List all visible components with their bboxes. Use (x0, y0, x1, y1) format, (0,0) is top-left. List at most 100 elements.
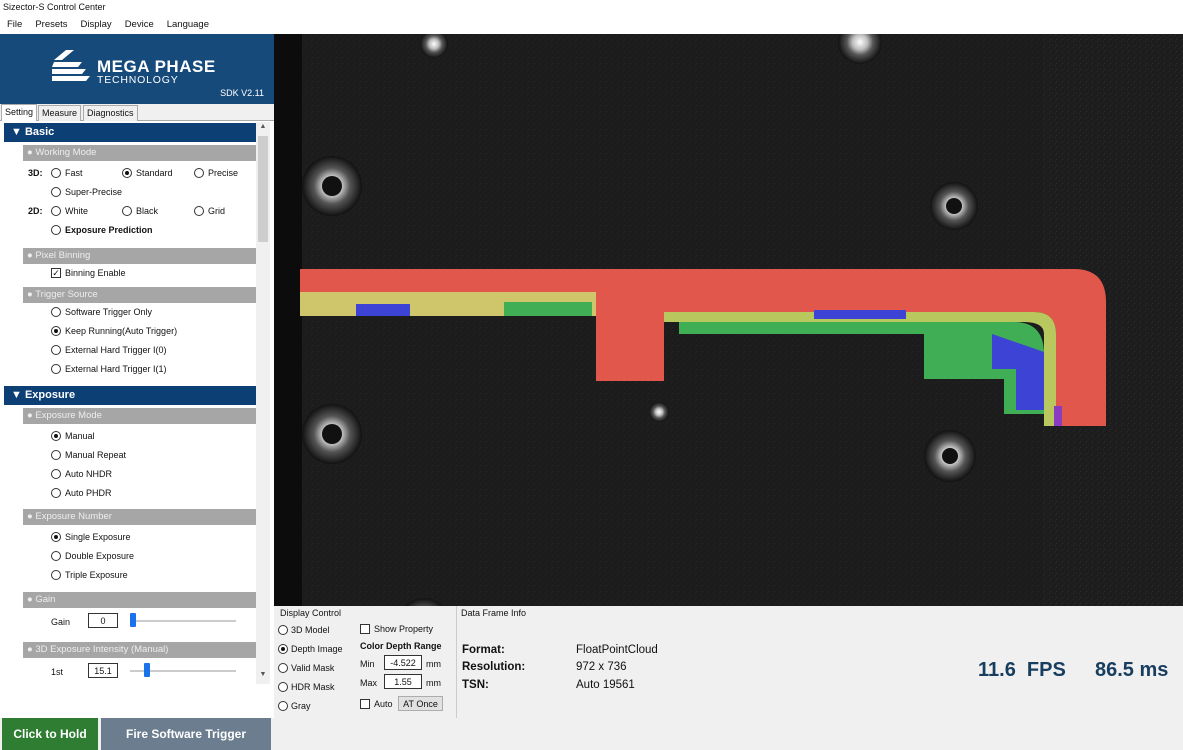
color-depth-range-label: Color Depth Range (360, 641, 442, 651)
subhead-gain: ● Gain (23, 592, 256, 608)
checkbox-binning-enable[interactable]: ✓ (51, 268, 61, 278)
radio-triple-exposure[interactable] (51, 570, 61, 580)
radio-2d-white[interactable] (51, 206, 61, 216)
gain-slider-thumb[interactable] (130, 613, 136, 627)
show-property-label: Show Property (374, 624, 434, 634)
radio-display-depth-image-label: Depth Image (291, 644, 343, 654)
subhead-3d-exposure-intensity: ● 3D Exposure Intensity (Manual) (23, 642, 256, 658)
tsn-value: Auto 19561 (576, 679, 635, 691)
depth-image (274, 34, 1183, 606)
radio-display-3d-model-label: 3D Model (291, 625, 330, 635)
binning-enable-label: Binning Enable (65, 268, 126, 278)
max-depth-input[interactable]: 1.55 (384, 674, 422, 689)
min-depth-input[interactable]: -4.522 (384, 655, 422, 670)
radio-single-exposure[interactable] (51, 532, 61, 542)
settings-scrollbar[interactable]: ▲ ▼ (256, 122, 270, 684)
radio-triple-exposure-label: Triple Exposure (65, 570, 128, 580)
mega-phase-logo-icon (52, 50, 90, 81)
radio-3d-precise-label: Precise (208, 168, 239, 178)
min-label: Min (360, 659, 375, 669)
sdk-version: SDK V2.11 (220, 88, 264, 98)
radio-display-valid-mask[interactable] (278, 663, 288, 673)
resolution-label: Resolution: (462, 661, 526, 673)
radio-2d-black-label: Black (136, 206, 159, 216)
radio-3d-super-precise[interactable] (51, 187, 61, 197)
radio-display-valid-mask-label: Valid Mask (291, 663, 335, 673)
section-exposure[interactable]: ▼ Exposure (4, 386, 256, 405)
max-label: Max (360, 678, 378, 688)
radio-display-hdr-mask-label: HDR Mask (291, 682, 335, 692)
gain-slider-track[interactable] (130, 620, 236, 622)
bottom-panel: Display Control 3D Model Depth Image Val… (274, 606, 1183, 718)
subhead-trigger-source: ● Trigger Source (23, 287, 256, 303)
radio-double-exposure-label: Double Exposure (65, 551, 135, 561)
radio-exposure-manual[interactable] (51, 431, 61, 441)
radio-exposure-auto-phdr[interactable] (51, 488, 61, 498)
min-unit: mm (426, 659, 441, 669)
scrollbar-thumb[interactable] (258, 136, 268, 242)
display-control-title: Display Control (280, 608, 342, 618)
menu-display[interactable]: Display (74, 16, 118, 34)
radio-display-hdr-mask[interactable] (278, 682, 288, 692)
menu-language[interactable]: Language (160, 16, 215, 34)
radio-exposure-prediction[interactable] (51, 225, 61, 235)
radio-exposure-auto-phdr-label: Auto PHDR (65, 488, 112, 498)
exposure-prediction-label: Exposure Prediction (65, 225, 153, 235)
gain-label: Gain (51, 617, 71, 627)
radio-trigger-external-0[interactable] (51, 345, 61, 355)
radio-trigger-keep-running[interactable] (51, 326, 61, 336)
frame-time-readout: 86.5 ms (1095, 659, 1169, 681)
radio-3d-standard-label: Standard (136, 168, 173, 178)
subhead-exposure-mode: ● Exposure Mode (23, 408, 256, 424)
radio-2d-grid[interactable] (194, 206, 204, 216)
radio-display-gray-label: Gray (291, 701, 311, 711)
radio-2d-black[interactable] (122, 206, 132, 216)
tab-measure[interactable]: Measure (38, 105, 82, 121)
menu-device[interactable]: Device (118, 16, 160, 34)
radio-3d-standard[interactable] (122, 168, 132, 178)
radio-double-exposure[interactable] (51, 551, 61, 561)
tab-diagnostics[interactable]: Diagnostics (83, 105, 138, 121)
at-once-button[interactable]: AT Once (398, 696, 443, 711)
checkbox-auto[interactable] (360, 699, 370, 709)
checkbox-show-property[interactable] (360, 624, 370, 634)
scroll-down-icon[interactable]: ▼ (258, 671, 268, 683)
settings-scroll-area[interactable]: ▼ Basic ● Working Mode 3D: Fast Standard… (0, 122, 274, 684)
section-basic[interactable]: ▼ Basic (4, 123, 256, 142)
depth-image-viewer[interactable] (274, 34, 1183, 606)
radio-display-3d-model[interactable] (278, 625, 288, 635)
radio-exposure-auto-nhdr[interactable] (51, 469, 61, 479)
resolution-value: 972 x 736 (576, 661, 627, 673)
tab-setting[interactable]: Setting (1, 104, 38, 121)
gain-input[interactable]: 0 (88, 613, 118, 628)
subhead-exposure-number: ● Exposure Number (23, 509, 256, 525)
radio-exposure-manual-repeat[interactable] (51, 450, 61, 460)
logo-banner: MEGA PHASE TECHNOLOGY SDK V2.11 (0, 34, 274, 104)
intensity-slider-thumb[interactable] (144, 663, 150, 677)
fire-software-trigger-button[interactable]: Fire Software Trigger (101, 718, 271, 750)
click-to-hold-button[interactable]: Click to Hold (2, 718, 98, 750)
menu-presets[interactable]: Presets (28, 16, 73, 34)
radio-trigger-software[interactable] (51, 307, 61, 317)
radio-trigger-external-1-label: External Hard Trigger I(1) (65, 364, 167, 374)
auto-label: Auto (374, 699, 393, 709)
menu-bar: File Presets Display Device Language (0, 16, 1183, 34)
radio-3d-fast[interactable] (51, 168, 61, 178)
scroll-up-icon[interactable]: ▲ (258, 123, 268, 135)
radio-display-gray[interactable] (278, 701, 288, 711)
max-unit: mm (426, 678, 441, 688)
tab-bar: Setting Measure Diagnostics (0, 104, 274, 121)
radio-trigger-keep-running-label: Keep Running(Auto Trigger) (65, 326, 178, 336)
format-label: Format: (462, 644, 505, 656)
radio-display-depth-image[interactable] (278, 644, 288, 654)
fps-readout: 11.6 FPS (978, 659, 1066, 681)
intensity-1st-input[interactable]: 15.1 (88, 663, 118, 678)
label-3d: 3D: (28, 168, 43, 178)
menu-file[interactable]: File (0, 16, 28, 34)
radio-3d-precise[interactable] (194, 168, 204, 178)
radio-trigger-external-1[interactable] (51, 364, 61, 374)
radio-single-exposure-label: Single Exposure (65, 532, 131, 542)
format-value: FloatPointCloud (576, 644, 658, 656)
window-title: Sizector-S Control Center (0, 0, 1183, 16)
tsn-label: TSN: (462, 679, 489, 691)
